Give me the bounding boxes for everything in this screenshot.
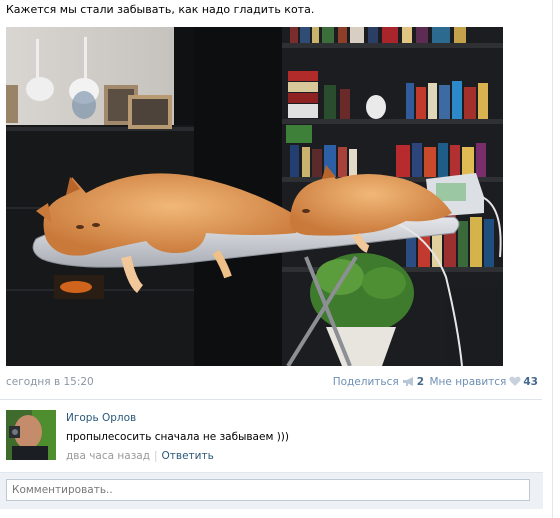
comment-time[interactable]: два часа назад [66,450,150,462]
like-button[interactable]: Мне нравится 43 [429,376,538,390]
comment-item: Игорь Орлов пропылесосить сначала не заб… [6,410,542,464]
comment-author[interactable]: Игорь Орлов [66,412,136,424]
avatar[interactable] [6,410,56,460]
post-date[interactable]: сегодня в 15:20 [6,376,94,388]
post-divider [0,399,542,400]
cats-on-ironing-board-image [6,27,503,366]
like-label: Мне нравится [429,376,507,388]
post-text: Кажется мы стали забывать, как надо глад… [6,3,315,16]
comment-input[interactable] [6,479,530,501]
post-meta-row: сегодня в 15:20 Поделиться 2 Мне нравится… [6,376,538,390]
megaphone-icon [402,376,415,390]
post-photo[interactable] [6,27,503,366]
comment-meta: два часа назад | Ответить [66,450,214,462]
scrollbar-track [552,0,553,518]
share-button[interactable]: Поделиться 2 [333,376,424,390]
reply-button[interactable]: Ответить [162,450,214,462]
share-label: Поделиться [332,376,399,388]
comment-box [0,472,543,509]
like-count: 43 [523,376,538,388]
share-count: 2 [416,376,424,388]
heart-icon [509,376,522,390]
scrollbar[interactable] [545,0,560,518]
comment-text: пропылесосить сначала не забываем ))) [66,431,289,443]
comment-meta-separator: | [153,450,158,462]
